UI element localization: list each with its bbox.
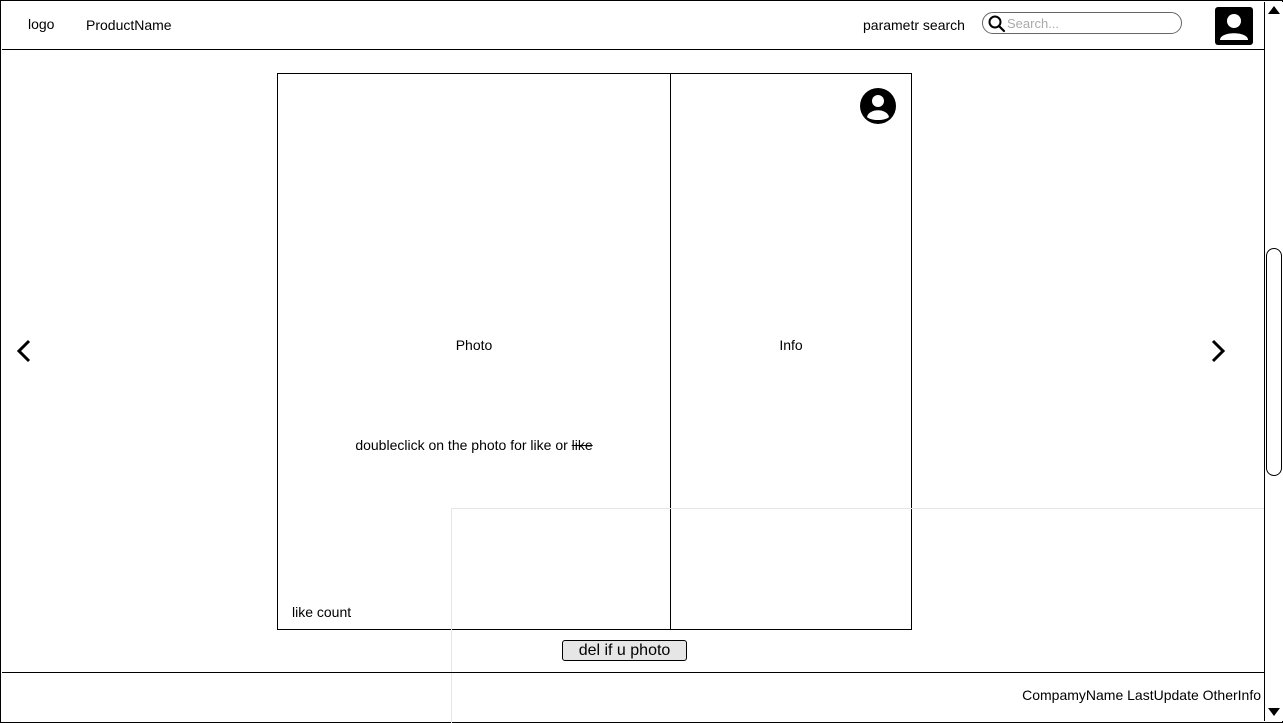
next-photo-button[interactable] (1207, 336, 1231, 366)
parameter-search-link[interactable]: parametr search (863, 17, 965, 33)
photo-label: Photo (455, 337, 493, 353)
app-window: logo ProductName parametr search Photo d… (0, 0, 1283, 723)
footer-info: CompamyName LastUpdate OtherInfo (1022, 687, 1261, 703)
scroll-thumb[interactable] (1266, 248, 1282, 476)
like-hint-struck: like (571, 437, 593, 453)
search-input[interactable] (1007, 14, 1172, 32)
search-box[interactable] (982, 12, 1182, 34)
info-label: Info (779, 337, 803, 353)
footer: CompamyName LastUpdate OtherInfo (2, 672, 1264, 722)
search-icon (988, 15, 1006, 33)
chevron-left-icon (16, 339, 31, 363)
vertical-scrollbar[interactable] (1264, 2, 1283, 721)
scroll-down-icon[interactable] (1265, 704, 1283, 720)
logo[interactable]: logo (28, 16, 54, 32)
photo-card: Photo doubleclick on the photo for like … (277, 73, 912, 630)
like-hint-text: doubleclick on the photo for like or (355, 437, 572, 453)
previous-photo-button[interactable] (13, 336, 37, 366)
photo-area[interactable]: Photo doubleclick on the photo for like … (278, 74, 671, 629)
user-circle-icon[interactable] (859, 87, 897, 125)
chevron-right-icon (1211, 339, 1226, 363)
scroll-up-icon[interactable] (1265, 2, 1283, 18)
user-account-icon[interactable] (1215, 7, 1253, 45)
like-hint: doubleclick on the photo for like or lik… (278, 437, 670, 453)
delete-photo-button[interactable]: del if u photo (562, 640, 687, 661)
product-name[interactable]: ProductName (86, 17, 172, 33)
header: logo ProductName parametr search (2, 2, 1264, 50)
like-count: like count (292, 604, 352, 620)
info-panel: Info (671, 74, 911, 629)
